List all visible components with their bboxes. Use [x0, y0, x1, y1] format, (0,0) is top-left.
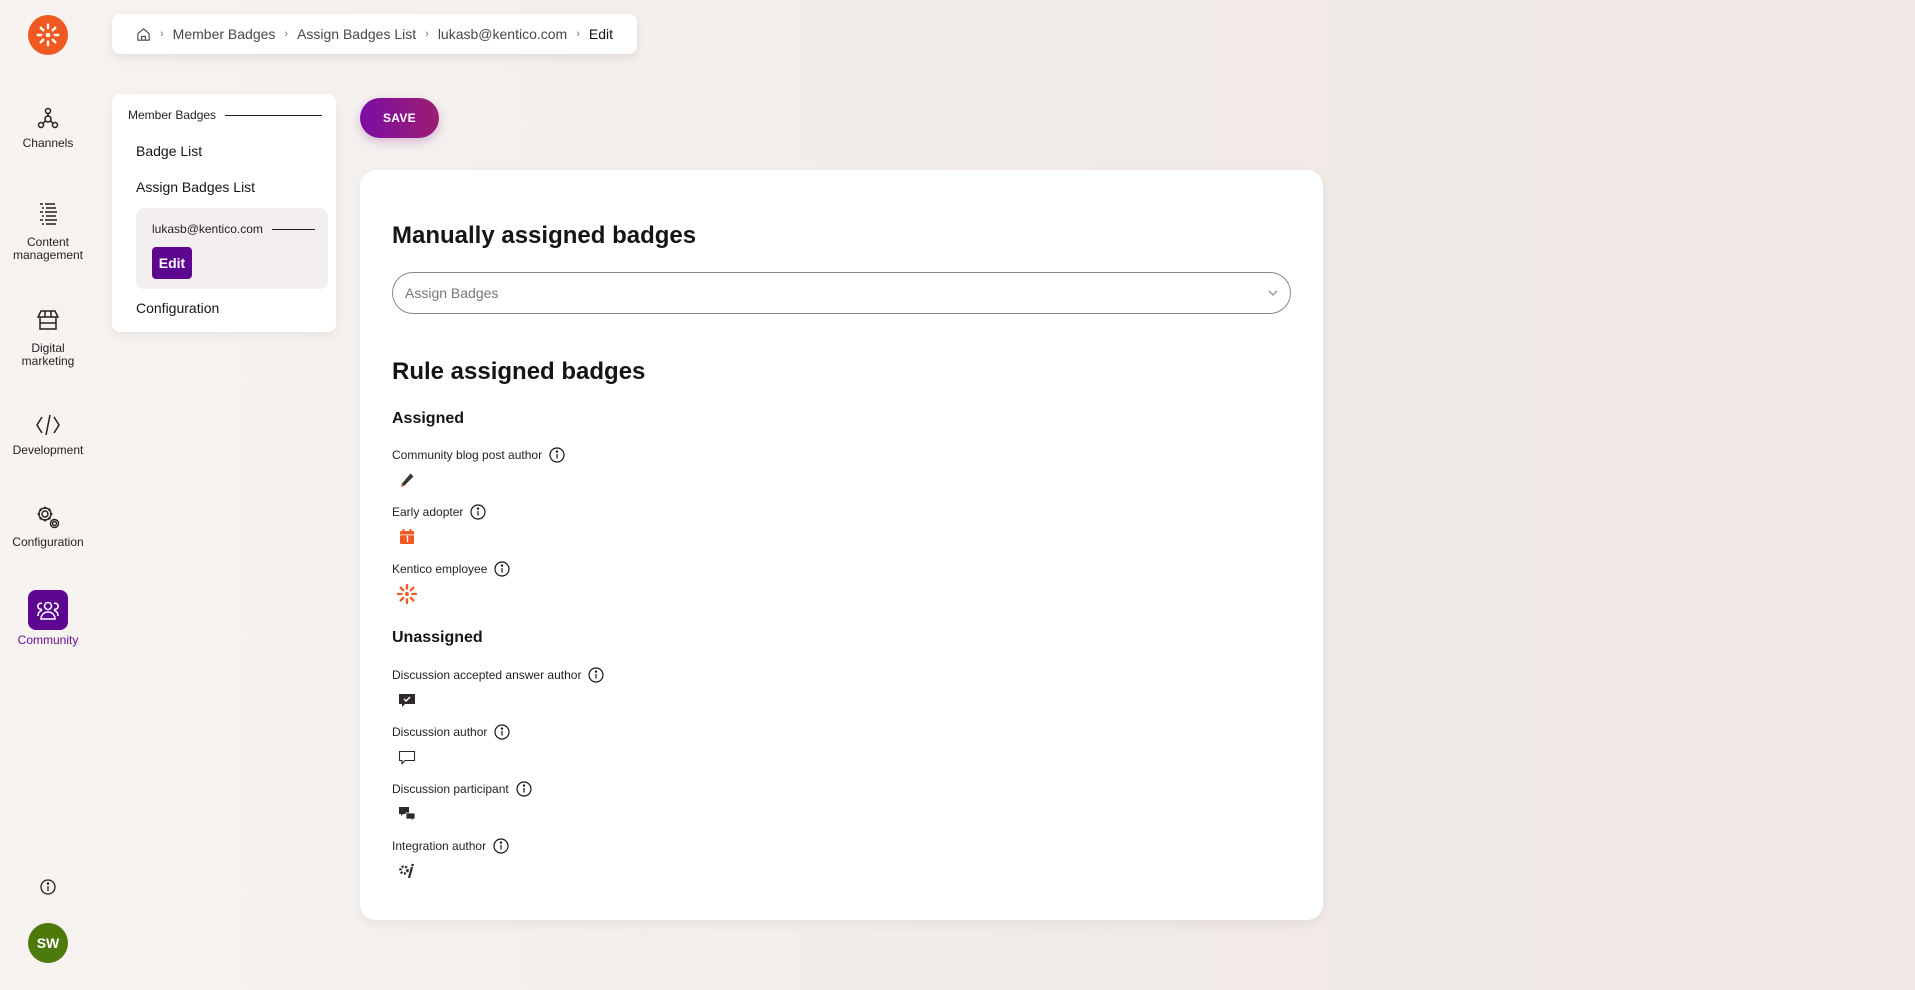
rail-item-channels[interactable]: Channels [0, 103, 96, 150]
gears-icon [37, 506, 60, 529]
integration-icon [399, 863, 414, 879]
message-check-icon [399, 694, 415, 707]
edit-form-card: Manually assigned badges Assign Badges R… [360, 170, 1323, 920]
info-icon[interactable] [470, 504, 486, 520]
content-management-icon [40, 203, 57, 225]
assign-badges-select[interactable]: Assign Badges [392, 272, 1291, 314]
unassigned-heading: Unassigned [392, 629, 483, 646]
message-outline-icon [398, 750, 416, 765]
badge-item: Integration author [392, 838, 509, 885]
info-icon[interactable] [549, 447, 565, 463]
pencil-icon [401, 473, 414, 487]
messages-icon [399, 807, 416, 822]
breadcrumb-current: Edit [588, 26, 613, 42]
rail-item-community[interactable]: Community [0, 590, 96, 647]
badge-item: Community blog post author [392, 447, 565, 494]
info-icon[interactable] [39, 878, 57, 896]
badge-item: Early adopter [392, 504, 486, 551]
breadcrumb-member-badges[interactable]: Member Badges [173, 26, 276, 42]
assigned-heading: Assigned [392, 410, 465, 427]
kentico-logo-icon [396, 583, 418, 605]
badge-name: Early adopter [392, 505, 464, 519]
divider [225, 114, 323, 116]
nav-member-label: lukasb@kentico.com [152, 222, 315, 236]
rail-label-channels: Channels [22, 136, 74, 150]
badge-item: Discussion accepted answer author [392, 667, 605, 714]
info-icon[interactable] [494, 724, 510, 740]
kentico-logo[interactable] [28, 15, 68, 55]
nav-group-title: Member Badges [128, 108, 217, 122]
nav-group-label: Member Badges [128, 108, 323, 122]
navigation-rail: Channels Content management Digital mark… [0, 0, 96, 990]
rule-badges-heading: Rule assigned badges [392, 358, 646, 385]
chevron-right-icon: › [576, 28, 580, 40]
badge-name: Discussion accepted answer author [392, 668, 582, 682]
badge-name: Discussion author [392, 725, 488, 739]
chevron-down-icon [1268, 290, 1278, 297]
info-icon[interactable] [493, 838, 509, 854]
rail-item-development[interactable]: Development [0, 410, 96, 457]
badge-name: Integration author [392, 839, 487, 853]
nav-assign-badges-list[interactable]: Assign Badges List [136, 179, 255, 195]
user-avatar[interactable]: SW [28, 923, 68, 963]
badge-name: Community blog post author [392, 448, 543, 462]
chevron-right-icon: › [284, 28, 289, 40]
rail-item-digital-marketing[interactable]: Digital marketing [0, 302, 96, 368]
code-icon [36, 414, 60, 436]
rail-item-content-management[interactable]: Content management [0, 196, 96, 262]
nav-configuration[interactable]: Configuration [136, 300, 219, 316]
badge-item: Kentico employee [392, 561, 510, 610]
channels-icon [37, 107, 59, 129]
divider [271, 228, 315, 230]
badge-item: Discussion author [392, 724, 510, 771]
chevron-right-icon: › [160, 28, 164, 40]
kentico-logo-icon [36, 23, 60, 47]
digital-marketing-icon [36, 310, 60, 330]
chevron-right-icon: › [425, 28, 429, 40]
rail-item-configuration[interactable]: Configuration [0, 502, 96, 549]
nav-subsection: lukasb@kentico.com Edit [136, 208, 328, 289]
badge-item: Discussion participant [392, 781, 532, 828]
badge-name: Kentico employee [392, 562, 488, 576]
info-icon[interactable] [588, 667, 605, 683]
nav-member-email: lukasb@kentico.com [152, 222, 263, 236]
badge-name: Discussion participant [392, 782, 509, 796]
section-navigation: Member Badges Badge List Assign Badges L… [112, 94, 336, 332]
community-icon [37, 601, 59, 620]
rail-label-management: management [12, 248, 84, 262]
save-button[interactable]: SAVE [360, 98, 439, 138]
rail-label-development: Development [12, 443, 84, 457]
nav-badge-list[interactable]: Badge List [136, 143, 202, 159]
calendar-icon [400, 529, 414, 544]
rail-label-configuration: Configuration [12, 535, 84, 549]
info-icon[interactable] [516, 781, 532, 797]
nav-edit-active[interactable]: Edit [152, 247, 192, 279]
breadcrumb-member[interactable]: lukasb@kentico.com [438, 26, 567, 42]
rail-label-marketing: marketing [21, 354, 75, 368]
info-icon[interactable] [494, 561, 510, 577]
home-icon[interactable] [136, 27, 151, 42]
rail-label-community: Community [17, 633, 79, 647]
breadcrumb-assign-badges-list[interactable]: Assign Badges List [297, 26, 416, 42]
manual-badges-heading: Manually assigned badges [392, 222, 697, 249]
assign-badges-placeholder: Assign Badges [405, 285, 499, 301]
breadcrumb: › Member Badges › Assign Badges List › l… [112, 14, 637, 54]
